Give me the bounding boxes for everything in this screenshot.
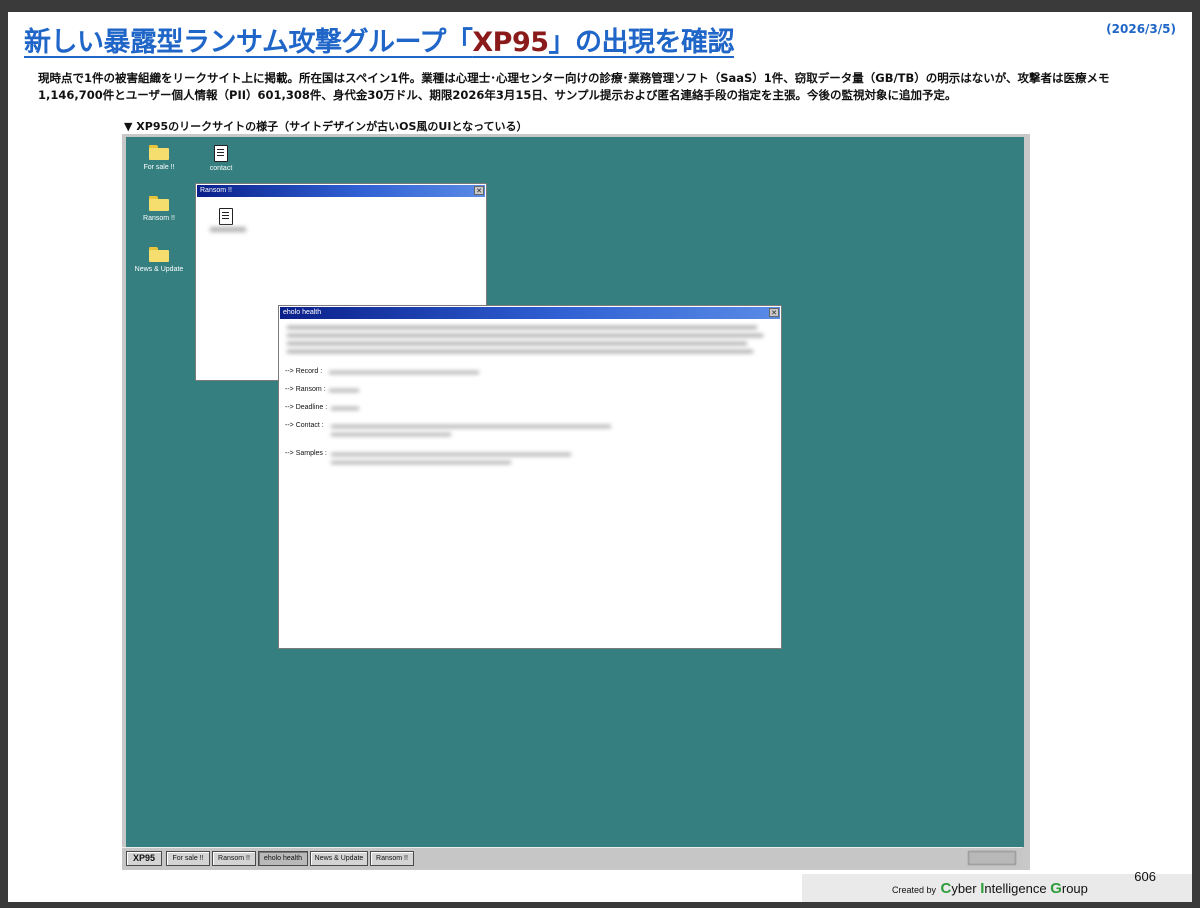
document-icon <box>214 145 228 162</box>
redacted-value <box>331 453 571 456</box>
org-text: roup <box>1061 881 1088 896</box>
desktop: For sale !! contact Ransom !! News & Upd… <box>126 137 1024 847</box>
title-text: 新しい暴露型ランサム攻撃グループ「 <box>24 27 473 58</box>
slide: 新しい暴露型ランサム攻撃グループ「XP95」の出現を確認 (2026/3/5) … <box>8 12 1192 902</box>
desktop-icon-label: News & Update <box>134 266 184 273</box>
redacted-value <box>331 407 359 410</box>
redacted-value <box>331 425 611 428</box>
redacted-text <box>287 334 763 337</box>
taskbar-button-news-update[interactable]: News & Update <box>310 851 368 866</box>
desktop-icon-label: contact <box>209 165 233 172</box>
redacted-filename <box>210 227 246 232</box>
folder-icon <box>149 196 169 211</box>
field-label-contact: --> Contact : <box>285 422 324 429</box>
close-icon[interactable]: ✕ <box>474 186 484 195</box>
folder-icon <box>149 145 169 160</box>
redacted-value <box>331 461 511 464</box>
field-label-record: --> Record : <box>285 368 323 375</box>
desktop-icon-label: Ransom !! <box>143 215 175 222</box>
desktop-icon-label: For sale !! <box>143 164 175 171</box>
title-text-end: 」の出現を確認 <box>548 27 735 58</box>
desktop-icon-ransom[interactable]: Ransom !! <box>128 196 190 223</box>
org-text: ntelligence <box>984 881 1051 896</box>
org-letter: C <box>940 880 952 897</box>
screenshot-caption: ▼ XP95のリークサイトの様子（サイトデザインが古いOS風のUIとなっている） <box>124 120 528 133</box>
window-file-item[interactable] <box>216 208 236 227</box>
credit-prefix: Created by <box>892 885 937 895</box>
document-icon <box>219 208 233 225</box>
window-title: eholo health <box>283 309 322 316</box>
taskbar-button-for-sale[interactable]: For sale !! <box>166 851 210 866</box>
redacted-text <box>287 342 747 345</box>
title-group-name: XP95 <box>472 27 549 58</box>
desktop-icon-for-sale[interactable]: For sale !! <box>128 145 190 172</box>
redacted-value <box>329 389 359 392</box>
folder-icon <box>149 247 169 262</box>
window-titlebar[interactable]: Ransom !! ✕ <box>197 185 485 197</box>
desktop-icon-news-update[interactable]: News & Update <box>128 247 190 274</box>
window-titlebar[interactable]: eholo health ✕ <box>280 307 780 319</box>
slide-title: 新しい暴露型ランサム攻撃グループ「XP95」の出現を確認 <box>24 20 735 59</box>
slide-date: (2026/3/5) <box>1106 22 1176 36</box>
taskbar-clock <box>968 851 1016 865</box>
slide-summary: 現時点で1件の被害組織をリークサイト上に掲載。所在国はスペイン1件。業種は心理士… <box>38 71 1110 102</box>
close-icon[interactable]: ✕ <box>769 308 779 317</box>
org-letter: G <box>1050 880 1062 897</box>
field-label-deadline: --> Deadline : <box>285 404 328 411</box>
redacted-text <box>287 350 753 353</box>
leak-site-screenshot: For sale !! contact Ransom !! News & Upd… <box>122 134 1030 870</box>
redacted-text <box>287 326 757 329</box>
redacted-value <box>329 371 479 374</box>
taskbar-button-ransom-2[interactable]: Ransom !! <box>370 851 414 866</box>
taskbar-button-ransom[interactable]: Ransom !! <box>212 851 256 866</box>
window-eholo-health[interactable]: eholo health ✕ --> Record : --> Ransom :… <box>278 305 782 649</box>
desktop-icon-contact[interactable]: contact <box>190 145 252 173</box>
taskbar: XP95 For sale !! Ransom !! eholo health … <box>122 847 1022 869</box>
window-title: Ransom !! <box>200 187 232 194</box>
org-text: yber <box>951 881 981 896</box>
page-number: 606 <box>1134 869 1156 884</box>
field-label-samples: --> Samples : <box>285 450 327 457</box>
footer-credit: Created by Cyber Intelligence Group <box>892 880 1088 898</box>
redacted-value <box>331 433 451 436</box>
start-button[interactable]: XP95 <box>126 851 162 866</box>
field-label-ransom: --> Ransom : <box>285 386 326 393</box>
taskbar-button-eholo-health[interactable]: eholo health <box>258 851 308 866</box>
